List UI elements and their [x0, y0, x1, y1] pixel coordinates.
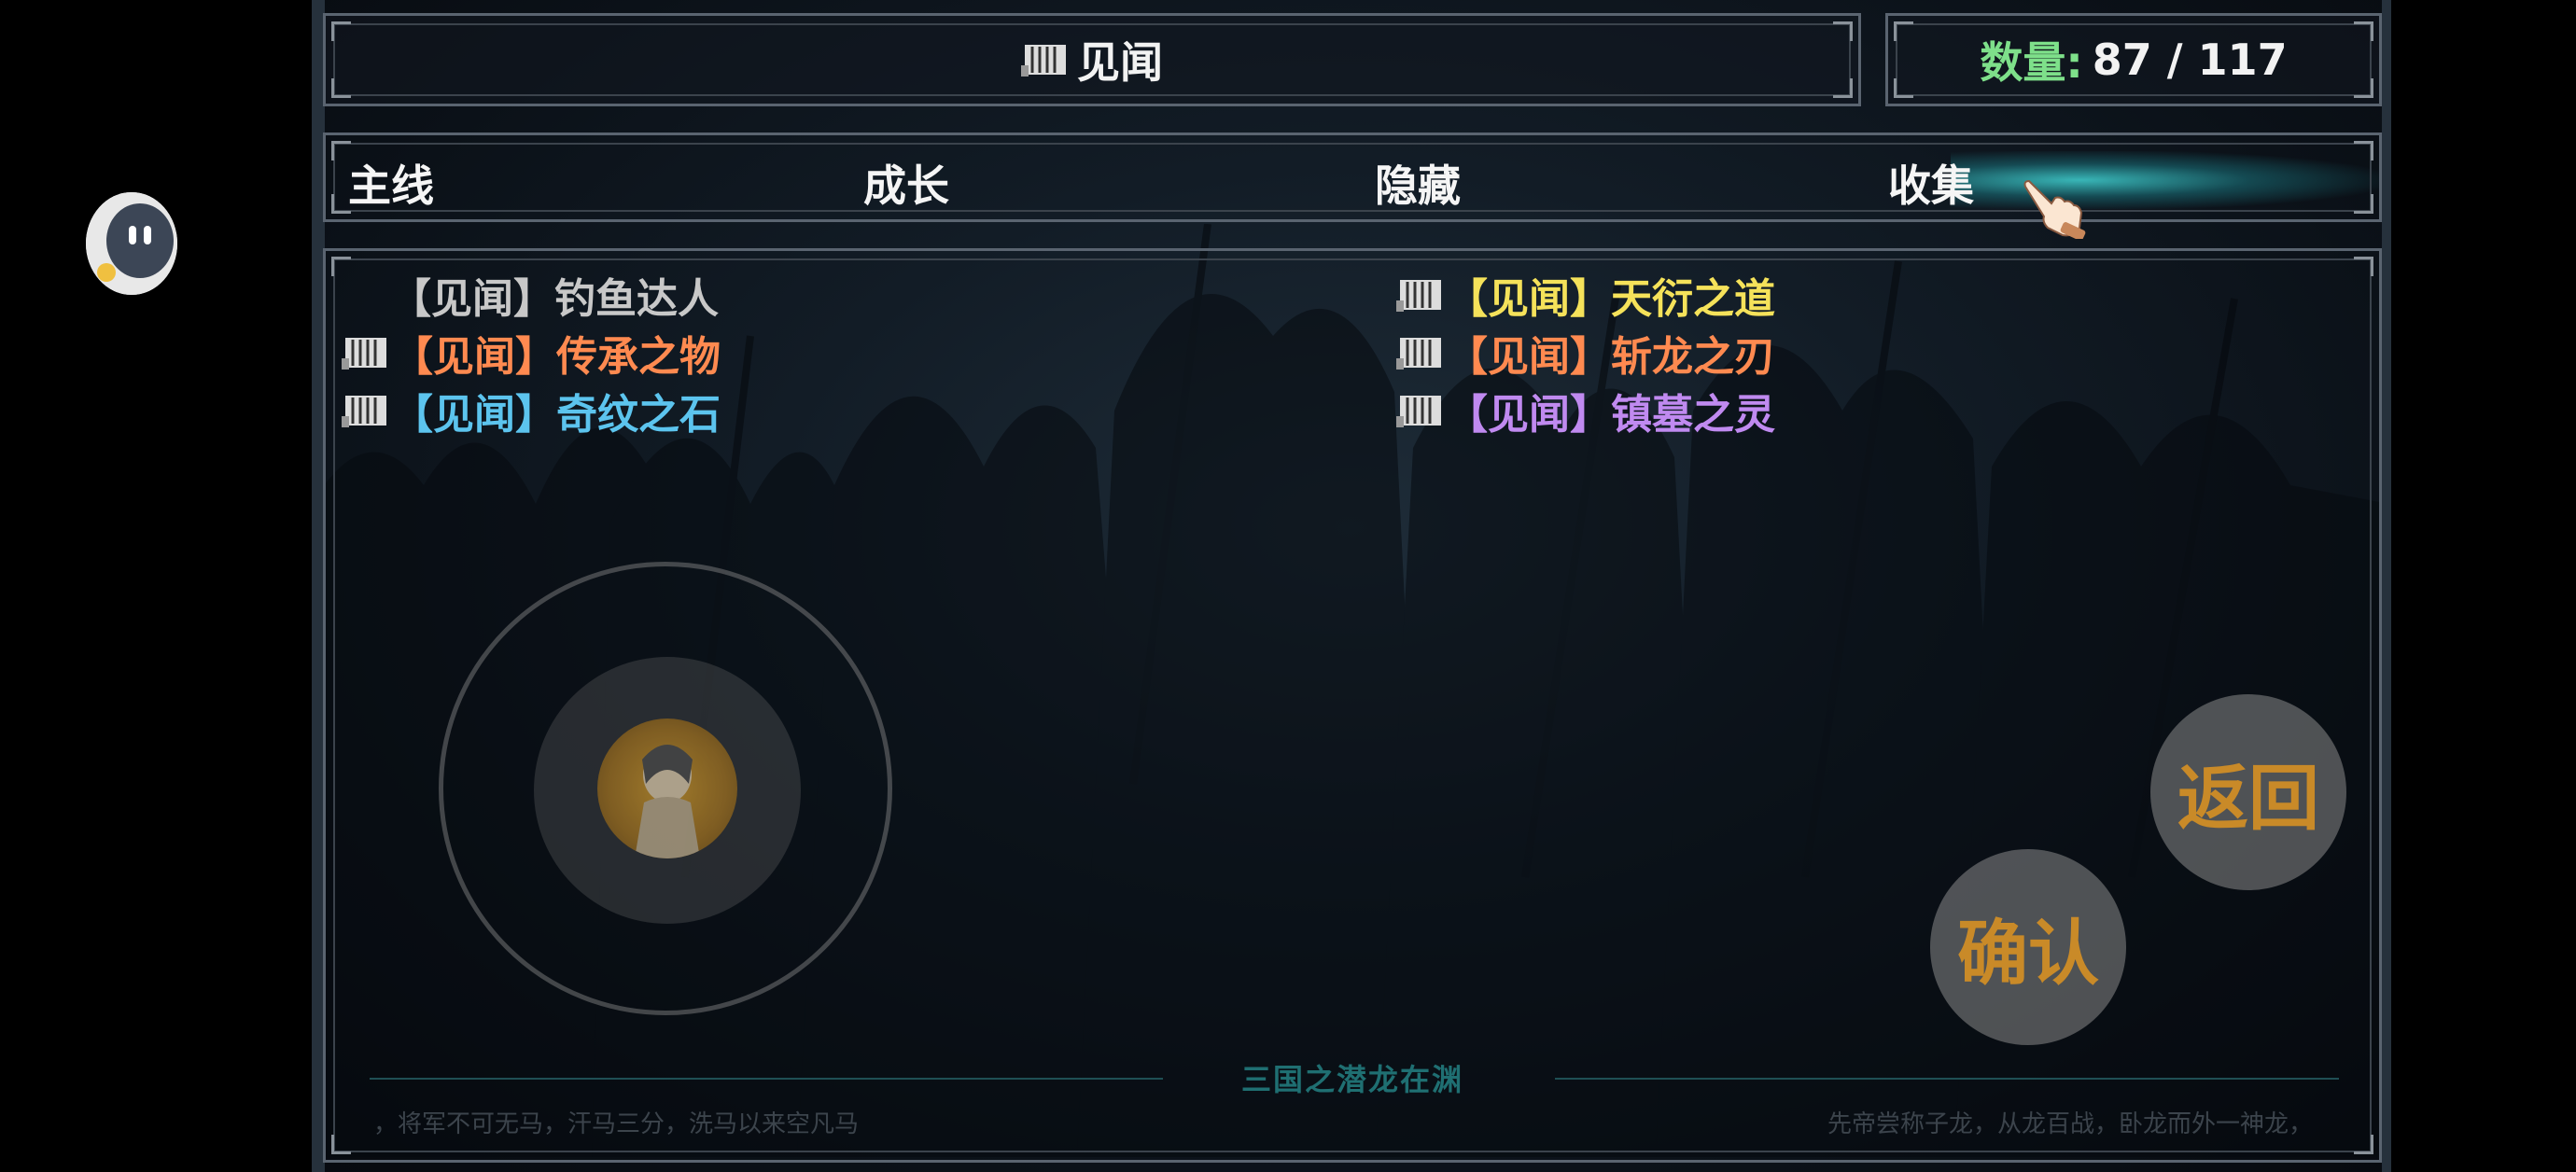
- entry-tag: 【见闻】: [392, 333, 556, 381]
- page-title: 见闻: [1077, 37, 1163, 88]
- entry-name: 斩龙之刃: [1611, 333, 1775, 381]
- footer-quote-right: 先帝尝称子龙，从龙百战，卧龙而外一神龙，: [1827, 1110, 2314, 1138]
- tab-collection[interactable]: 收集: [1888, 152, 1974, 214]
- count-label: 数量:: [1980, 37, 2083, 88]
- entry-tag: 【见闻】: [1447, 333, 1611, 381]
- entry-tag: 【见闻】: [390, 275, 554, 323]
- book-icon: [1396, 338, 1441, 370]
- footer-divider-left: [370, 1078, 1163, 1080]
- entry-name: 天衍之道: [1611, 275, 1775, 323]
- book-icon: [342, 338, 386, 370]
- pointing-hand-icon: [2023, 179, 2086, 239]
- footer-quote-left: ，将军不可无马，汗马三分，洗马以来空凡马: [373, 1110, 860, 1138]
- footer-divider-right: [1555, 1078, 2339, 1080]
- entry-tag: 【见闻】: [1447, 275, 1611, 323]
- list-item[interactable]: 【见闻】 钓鱼达人: [390, 269, 719, 323]
- list-item[interactable]: 【见闻】 传承之物: [342, 327, 721, 381]
- tab-hidden[interactable]: 隐藏: [1375, 152, 1461, 214]
- title-panel: 见闻: [323, 13, 1861, 106]
- book-icon: [1021, 45, 1066, 77]
- book-icon: [1396, 280, 1441, 312]
- list-item[interactable]: 【见闻】 天衍之道: [1396, 269, 1775, 323]
- tab-main-story[interactable]: 主线: [348, 152, 434, 214]
- entry-tag: 【见闻】: [1447, 391, 1611, 439]
- count-panel: 数量: 87 / 117: [1885, 13, 2382, 106]
- book-icon: [342, 396, 386, 427]
- entry-name: 传承之物: [556, 333, 721, 381]
- entry-tag: 【见闻】: [392, 391, 556, 439]
- floating-assistant-icon[interactable]: [86, 192, 177, 295]
- joystick-knob-avatar[interactable]: [597, 719, 737, 858]
- frame-edge-right: [2382, 0, 2391, 1172]
- tab-growth[interactable]: 成长: [863, 152, 949, 214]
- entry-name: 奇纹之石: [556, 391, 721, 439]
- list-item[interactable]: 【见闻】 斩龙之刃: [1396, 327, 1775, 381]
- list-item[interactable]: 【见闻】 镇墓之灵: [1396, 384, 1775, 439]
- count-value: 87 / 117: [2092, 35, 2288, 85]
- book-icon: [1396, 396, 1441, 427]
- entry-name: 钓鱼达人: [554, 275, 719, 323]
- entry-name: 镇墓之灵: [1611, 391, 1775, 439]
- list-item[interactable]: 【见闻】 奇纹之石: [342, 384, 721, 439]
- game-title: 三国之潜龙在渊: [1241, 1062, 1464, 1097]
- confirm-button[interactable]: 确认: [1930, 849, 2126, 1045]
- back-button[interactable]: 返回: [2150, 694, 2346, 890]
